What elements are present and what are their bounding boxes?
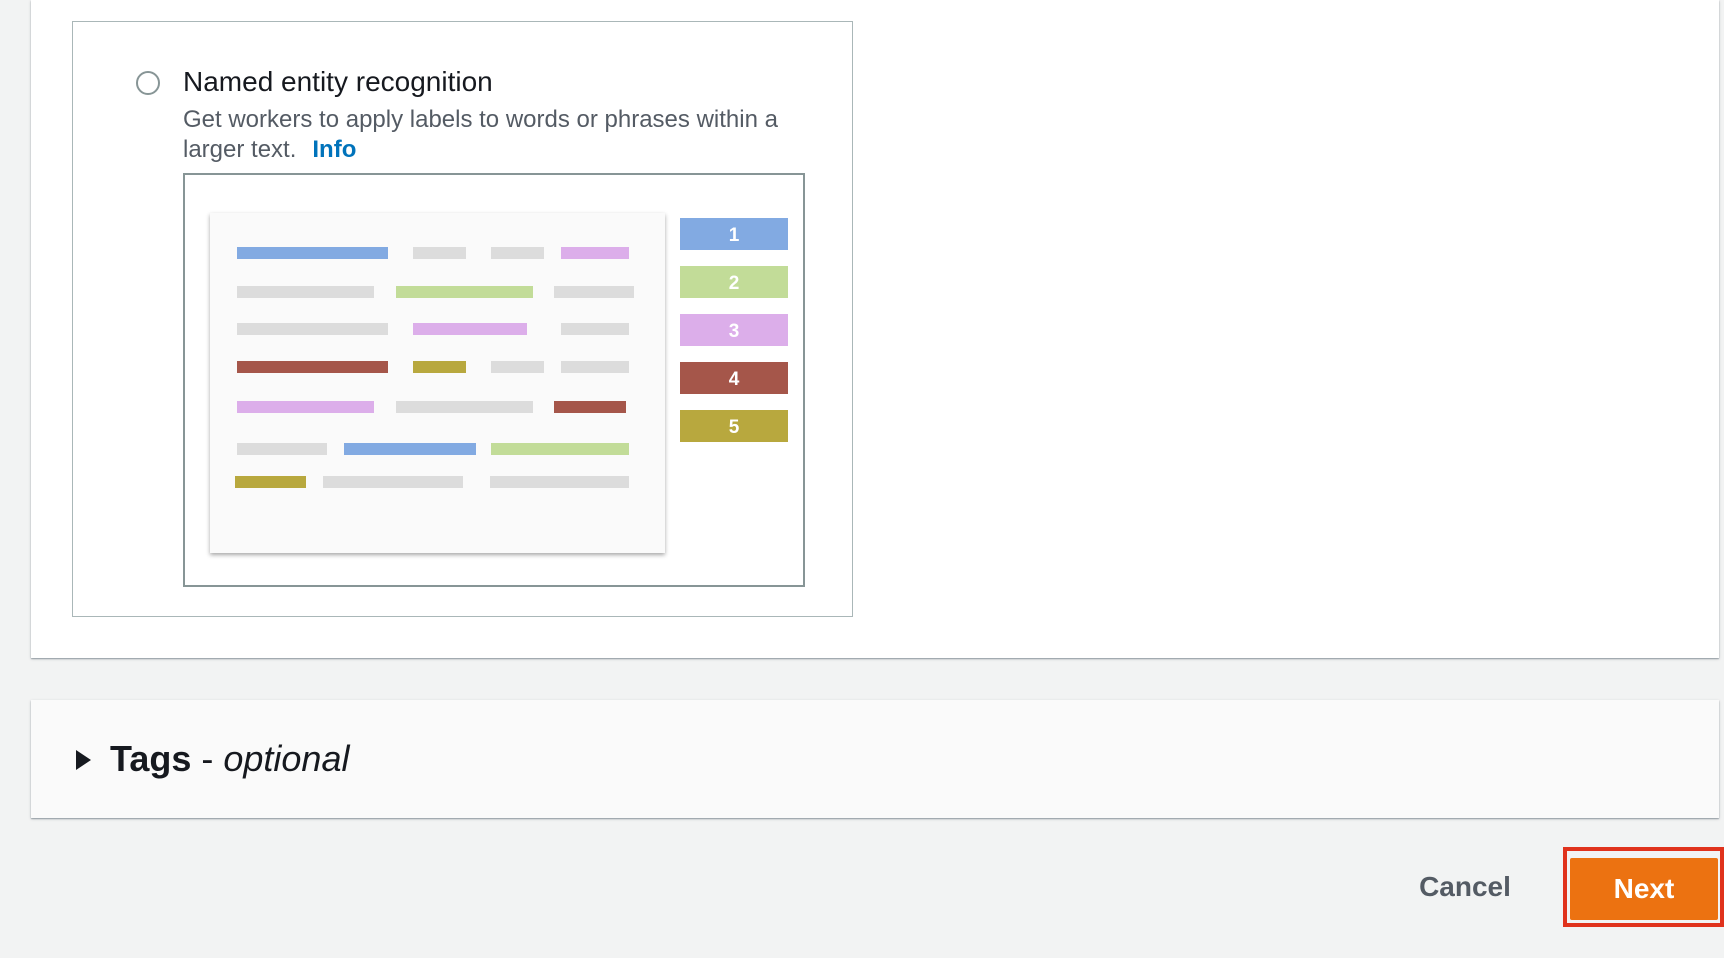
text-line-neutral	[561, 361, 629, 373]
tags-title-label: Tags	[110, 738, 192, 779]
option-title: Named entity recognition	[183, 66, 493, 97]
tags-title-separator: -	[191, 738, 224, 779]
next-button[interactable]: Next	[1570, 858, 1718, 920]
tags-title[interactable]: Tags - optional	[110, 738, 349, 780]
ner-preview-illustration: 1 2 3 4 5	[183, 173, 805, 587]
text-line-label-3	[237, 401, 374, 413]
text-line-label-4	[237, 361, 388, 373]
text-line-neutral	[237, 323, 388, 335]
text-line-neutral	[323, 476, 463, 488]
named-entity-recognition-option[interactable]: Named entity recognition Get workers to …	[72, 21, 853, 617]
text-line-neutral	[490, 476, 629, 488]
option-description: Get workers to apply labels to words or …	[183, 105, 823, 165]
label-chip-number: 2	[729, 273, 740, 294]
text-line-label-2	[491, 443, 629, 455]
info-link[interactable]: Info	[312, 136, 356, 163]
document-sheet	[210, 213, 665, 553]
text-line-label-3	[561, 247, 629, 259]
task-type-panel: Named entity recognition Get workers to …	[31, 0, 1719, 658]
text-line-neutral	[237, 286, 374, 298]
text-line-neutral	[396, 401, 533, 413]
tags-section[interactable]: Tags - optional	[31, 700, 1719, 818]
label-chip-number: 4	[729, 369, 740, 390]
expand-caret-icon[interactable]	[76, 750, 91, 770]
text-line-neutral	[491, 247, 544, 259]
text-line-neutral	[237, 443, 327, 455]
label-chip-number: 3	[729, 321, 740, 342]
label-chip-number: 5	[729, 417, 740, 438]
ner-radio-button[interactable]	[136, 71, 160, 95]
text-line-label-1	[344, 443, 476, 455]
text-line-label-5	[235, 476, 306, 488]
preview-svg: 1 2 3 4 5	[210, 213, 788, 553]
text-line-label-5	[413, 361, 466, 373]
label-chip-number: 1	[729, 225, 740, 246]
option-description-text: Get workers to apply labels to words or …	[183, 106, 778, 163]
text-line-neutral	[413, 247, 466, 259]
cancel-button[interactable]: Cancel	[1400, 862, 1530, 912]
text-line-neutral	[491, 361, 544, 373]
text-line-label-1	[237, 247, 388, 259]
text-line-label-4	[554, 401, 626, 413]
label-legend: 1 2 3 4 5	[680, 218, 788, 442]
tags-optional-label: optional	[223, 738, 350, 779]
text-line-label-2	[396, 286, 533, 298]
text-line-label-3	[413, 323, 527, 335]
text-line-neutral	[554, 286, 634, 298]
text-line-neutral	[561, 323, 629, 335]
